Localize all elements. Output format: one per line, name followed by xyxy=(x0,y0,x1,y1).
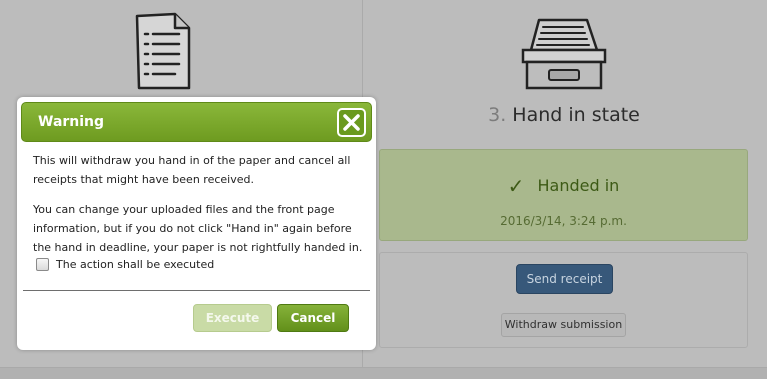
status-panel: ✓ Handed in 2016/3/14, 3:24 p.m. xyxy=(379,149,748,241)
inbox-tray-icon xyxy=(521,18,607,90)
checkmark-icon: ✓ xyxy=(507,174,525,198)
bottom-strip xyxy=(0,367,767,379)
dialog-divider xyxy=(23,290,370,291)
cancel-button[interactable]: Cancel xyxy=(277,304,349,332)
close-icon xyxy=(343,114,360,131)
step-heading: 3. Hand in state xyxy=(380,104,748,126)
step-title: Hand in state xyxy=(512,104,640,126)
dialog-title: Warning xyxy=(38,114,105,130)
document-icon xyxy=(135,12,191,90)
status-label: Handed in xyxy=(537,176,620,195)
status-line: ✓ Handed in xyxy=(380,174,747,198)
step-number: 3. xyxy=(488,104,507,126)
dialog-header: Warning xyxy=(21,102,372,142)
warning-dialog: Warning This will withdraw you hand in o… xyxy=(17,97,376,350)
execute-button[interactable]: Execute xyxy=(193,304,272,332)
confirm-checkbox-label[interactable]: The action shall be executed xyxy=(56,257,214,273)
action-panel: Send receipt Withdraw submission xyxy=(379,252,748,348)
withdraw-submission-button[interactable]: Withdraw submission xyxy=(501,313,626,337)
send-receipt-button[interactable]: Send receipt xyxy=(516,264,613,294)
status-date: 2016/3/14, 3:24 p.m. xyxy=(500,214,627,228)
close-button[interactable] xyxy=(337,108,366,137)
dialog-paragraph-1: This will withdraw you hand in of the pa… xyxy=(33,154,351,186)
dialog-paragraph-2: You can change your uploaded files and t… xyxy=(33,203,363,254)
confirm-checkbox[interactable] xyxy=(36,258,49,271)
